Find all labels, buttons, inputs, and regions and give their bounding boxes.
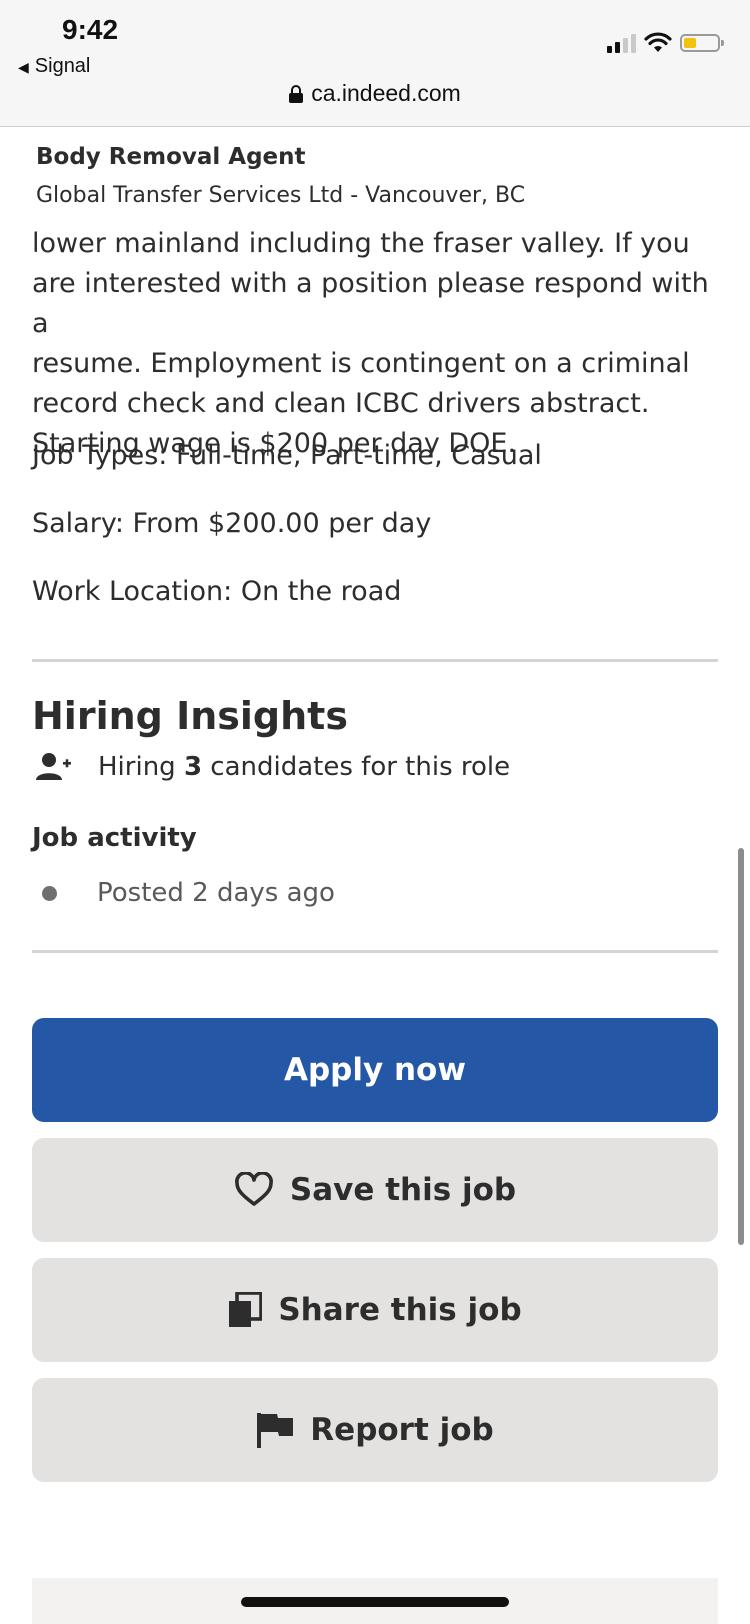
- lock-icon: [289, 85, 304, 103]
- triangle-left-icon: ◀: [18, 59, 29, 75]
- scrollbar[interactable]: [738, 848, 744, 1245]
- posted-row: Posted 2 days ago: [42, 878, 335, 908]
- share-copy-icon: [228, 1292, 263, 1328]
- description-line: are interested with a position please re…: [32, 268, 709, 339]
- section-divider: [32, 659, 718, 662]
- hiring-candidates-row: Hiring 3 candidates for this role: [36, 752, 510, 782]
- wifi-icon: [644, 32, 672, 52]
- flag-icon: [256, 1411, 294, 1449]
- description-line: lower mainland including the fraser vall…: [32, 228, 690, 259]
- home-indicator[interactable]: [241, 1597, 509, 1607]
- add-person-icon: [36, 753, 71, 780]
- status-time: 9:42: [62, 14, 119, 45]
- job-title: Body Removal Agent: [36, 144, 306, 170]
- job-activity-heading: Job activity: [32, 823, 197, 853]
- status-icons: [607, 30, 724, 56]
- job-types: Job Types: Full-time, Part-time, Casual: [32, 440, 542, 471]
- back-to-app-link[interactable]: ◀ Signal: [18, 55, 90, 78]
- back-app-label: Signal: [34, 55, 91, 77]
- hiring-suffix: candidates for this role: [202, 752, 511, 782]
- hiring-candidates-text: Hiring 3 candidates for this role: [98, 752, 510, 782]
- report-job-label: Report job: [310, 1412, 494, 1448]
- url-text: ca.indeed.com: [311, 80, 461, 106]
- section-divider: [32, 950, 718, 953]
- cellular-signal-icon: [607, 33, 636, 53]
- hiring-insights-heading: Hiring Insights: [32, 694, 348, 738]
- description-line: resume. Employment is contingent on a cr…: [32, 348, 690, 379]
- hiring-prefix: Hiring: [98, 752, 184, 782]
- share-job-label: Share this job: [278, 1292, 522, 1328]
- posted-text: Posted 2 days ago: [97, 878, 335, 908]
- save-job-label: Save this job: [289, 1172, 517, 1208]
- address-bar[interactable]: ca.indeed.com: [0, 80, 750, 107]
- work-location: Work Location: On the road: [32, 576, 402, 607]
- company-location: Global Transfer Services Ltd - Vancouver…: [36, 183, 526, 208]
- apply-now-label: Apply now: [283, 1052, 466, 1088]
- hiring-count: 3: [183, 752, 203, 782]
- browser-top-bar: 9:42 ◀ Signal ca.indeed.com: [0, 0, 750, 127]
- battery-icon: [680, 34, 724, 52]
- save-job-button[interactable]: Save this job: [32, 1138, 718, 1242]
- report-job-button[interactable]: Report job: [32, 1378, 718, 1482]
- heart-icon: [234, 1172, 274, 1208]
- description-line: record check and clean ICBC drivers abst…: [32, 388, 650, 419]
- apply-now-button[interactable]: Apply now: [32, 1018, 718, 1122]
- share-job-button[interactable]: Share this job: [32, 1258, 718, 1362]
- bullet-icon: [42, 885, 57, 901]
- job-description: lower mainland including the fraser vall…: [32, 224, 722, 464]
- salary: Salary: From $200.00 per day: [32, 508, 432, 539]
